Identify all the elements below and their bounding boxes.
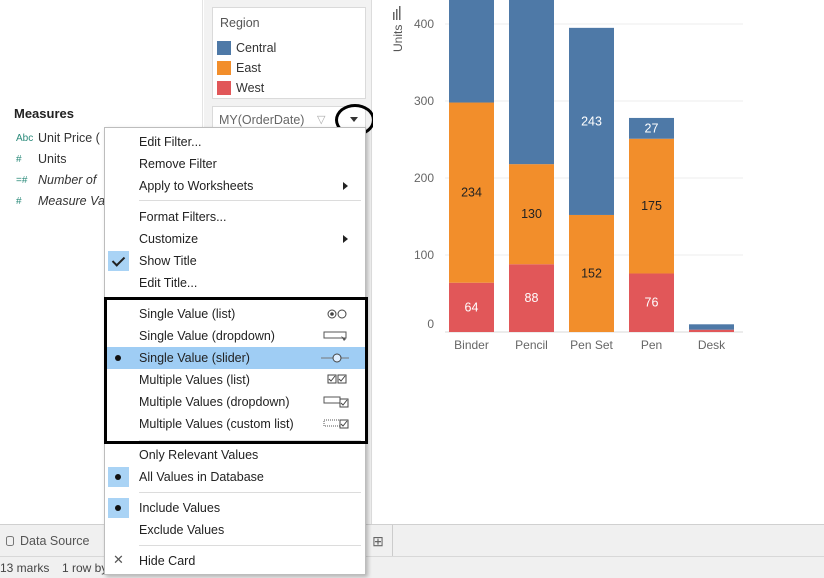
bar-segment xyxy=(509,0,554,165)
annotation-box xyxy=(104,297,368,444)
menu-item-format-filters[interactable]: Format Filters... xyxy=(105,206,365,228)
menu-separator xyxy=(139,200,361,201)
legend-swatch xyxy=(217,41,231,55)
menu-item-label: Exclude Values xyxy=(139,523,225,537)
submenu-arrow-icon xyxy=(343,235,348,243)
new-worksheet-icon: ⊞ xyxy=(372,532,384,549)
bar-segment xyxy=(689,324,734,330)
y-axis-title: Units xyxy=(391,25,405,52)
menu-item-include-values[interactable]: Include Values xyxy=(105,497,365,519)
tab-data-source[interactable]: Data Source xyxy=(0,529,89,553)
measure-label: Units xyxy=(38,152,67,166)
bar-data-label: 152 xyxy=(581,266,602,280)
bar-data-label: 64 xyxy=(465,300,479,314)
menu-item-only-relevant-values[interactable]: Only Relevant Values xyxy=(105,444,365,466)
database-icon xyxy=(6,536,14,546)
menu-separator xyxy=(139,545,361,546)
bar-data-label: 234 xyxy=(461,186,482,200)
x-category-label: Desk xyxy=(698,338,726,352)
menu-item-label: Remove Filter xyxy=(139,157,217,171)
selected-bullet-icon xyxy=(108,467,129,487)
selected-bullet-icon xyxy=(108,498,129,518)
x-category-label: Pen Set xyxy=(570,338,613,352)
x-category-label: Pen xyxy=(641,338,662,352)
close-icon: ✕ xyxy=(113,552,124,567)
x-category-label: Binder xyxy=(454,338,489,352)
x-category-label: Pencil xyxy=(515,338,548,352)
legend-swatch xyxy=(217,61,231,75)
menu-item-label: Edit Filter... xyxy=(139,135,202,149)
measure-label: Unit Price ( xyxy=(38,131,100,145)
legend-title: Region xyxy=(220,16,260,30)
bar-data-label: 76 xyxy=(645,296,659,310)
menu-separator xyxy=(139,492,361,493)
measure-label: Number of xyxy=(38,173,97,187)
menu-item-label: Show Title xyxy=(139,254,197,268)
legend-item-east[interactable]: East xyxy=(217,59,261,77)
bar-data-label: 27 xyxy=(645,121,659,135)
menu-item-label: All Values in Database xyxy=(139,470,264,484)
checkmark-icon xyxy=(108,251,129,271)
region-color-legend[interactable]: Region Central East West xyxy=(212,7,366,99)
measures-heading: Measures xyxy=(14,106,74,121)
menu-item-exclude-values[interactable]: Exclude Values xyxy=(105,519,365,541)
menu-item-label: Customize xyxy=(139,232,199,246)
measure-label: Measure Va xyxy=(38,194,105,208)
y-tick-label: 300 xyxy=(414,94,434,108)
legend-item-west[interactable]: West xyxy=(217,79,264,97)
menu-item-hide-card[interactable]: ✕ Hide Card xyxy=(105,550,365,572)
number-type-icon: # xyxy=(16,195,22,207)
status-rows-info: 1 row by xyxy=(62,561,108,575)
menu-item-label: Include Values xyxy=(139,501,221,515)
bar-data-label: 243 xyxy=(581,114,602,128)
bar-segment xyxy=(449,0,494,103)
legend-item-central[interactable]: Central xyxy=(217,39,276,57)
bar-data-label: 88 xyxy=(525,291,539,305)
string-type-icon: Abc xyxy=(16,132,34,144)
new-worksheet-button[interactable]: ⊞ xyxy=(363,525,393,557)
y-tick-label: 400 xyxy=(414,17,434,31)
y-tick-label: 100 xyxy=(414,248,434,262)
menu-item-label: Apply to Worksheets xyxy=(139,179,254,193)
bar-segment xyxy=(689,329,734,332)
menu-item-show-title[interactable]: Show Title xyxy=(105,250,365,272)
menu-item-label: Hide Card xyxy=(139,554,196,568)
menu-item-label: Edit Title... xyxy=(139,276,198,290)
menu-item-remove-filter[interactable]: Remove Filter xyxy=(105,153,365,175)
menu-item-label: Format Filters... xyxy=(139,210,227,224)
legend-swatch xyxy=(217,81,231,95)
calculated-number-icon: =# xyxy=(16,174,28,186)
legend-label: West xyxy=(236,81,265,95)
menu-item-edit-title[interactable]: Edit Title... xyxy=(105,272,365,294)
menu-item-customize[interactable]: Customize xyxy=(105,228,365,250)
menu-item-all-values-in-database[interactable]: All Values in Database xyxy=(105,466,365,488)
submenu-arrow-icon xyxy=(343,182,348,190)
sort-axis-icon xyxy=(396,9,398,20)
status-marks-count: 13 marks xyxy=(0,561,50,575)
filter-card-label: MY(OrderDate) xyxy=(219,113,305,127)
tab-label: Data Source xyxy=(20,534,90,548)
sort-axis-icon xyxy=(393,12,395,20)
number-type-icon: # xyxy=(16,153,22,165)
filter-funnel-icon: ▽ xyxy=(317,114,326,126)
menu-item-label: Only Relevant Values xyxy=(139,448,259,462)
bar-data-label: 130 xyxy=(521,207,542,221)
stacked-bar-chart: 0 100 200 300 400 Units 64 234 Binder 88 130 Pencil… xyxy=(391,0,743,352)
y-tick-label: 0 xyxy=(427,317,434,331)
legend-label: East xyxy=(236,61,262,75)
menu-item-apply-to-worksheets[interactable]: Apply to Worksheets xyxy=(105,175,365,197)
sort-axis-icon xyxy=(399,6,401,20)
legend-label: Central xyxy=(236,41,277,55)
bar-data-label: 175 xyxy=(641,199,662,213)
menu-item-edit-filter[interactable]: Edit Filter... xyxy=(105,131,365,153)
y-tick-label: 200 xyxy=(414,171,434,185)
chart-view: 0 100 200 300 400 Units 64 234 Binder 88 130 Pencil… xyxy=(373,0,824,522)
